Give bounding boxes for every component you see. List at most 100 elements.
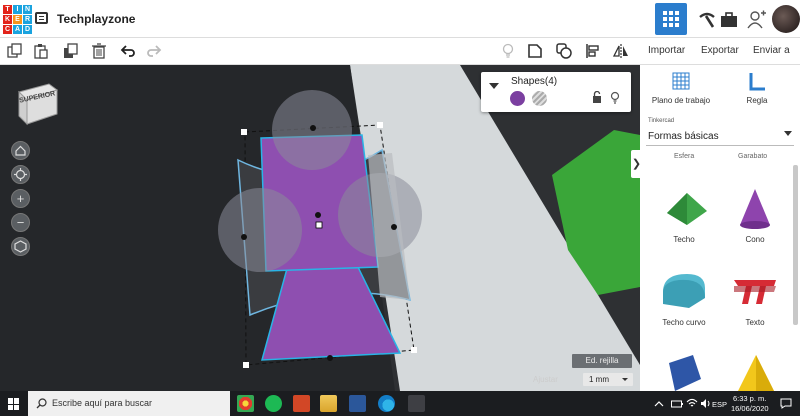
shape-roof[interactable]: Techo xyxy=(649,185,719,244)
ruler-tool[interactable]: Regla xyxy=(722,71,792,105)
chevron-down-icon xyxy=(784,131,792,136)
top-header: T I N K E R C A D Techplayzone xyxy=(0,0,800,38)
shape-label: Cono xyxy=(745,235,765,244)
zoom-out-label: − xyxy=(16,215,25,230)
cut-shape-label: Garabato xyxy=(738,153,768,160)
powerpoint-icon[interactable] xyxy=(293,395,310,412)
lock-icon[interactable] xyxy=(592,91,602,104)
library-category: Tinkercad xyxy=(648,118,675,124)
hole-swatch[interactable] xyxy=(532,91,547,106)
word-icon[interactable] xyxy=(349,395,366,412)
taskbar-search-box[interactable]: Escribe aquí para buscar xyxy=(28,391,230,416)
edit-toolbar: Importar Exportar Enviar a xyxy=(0,38,800,65)
undo-icon[interactable] xyxy=(120,43,136,59)
solid-color-swatch[interactable] xyxy=(510,91,525,106)
zoom-out-button[interactable]: − xyxy=(11,213,30,232)
clock-time[interactable]: 6:33 p. m. xyxy=(733,394,766,403)
workplane-label: Plano de trabajo xyxy=(651,96,711,105)
mirror-icon[interactable] xyxy=(613,43,629,59)
search-icon xyxy=(36,398,47,409)
language-indicator[interactable]: ESP xyxy=(712,400,727,409)
edge-icon[interactable] xyxy=(378,395,395,412)
shape-curved-roof[interactable]: Techo curvo xyxy=(649,268,719,327)
box-shape-icon xyxy=(669,355,701,391)
shapes-count-title: Shapes(4) xyxy=(511,76,558,87)
shapes-sidebar: Plano de trabajo Regla Tinkercad Formas … xyxy=(640,65,800,391)
export-button[interactable]: Exportar xyxy=(701,45,739,56)
pickaxe-icon[interactable] xyxy=(697,10,717,30)
align-icon[interactable] xyxy=(585,43,601,59)
battery-icon[interactable] xyxy=(671,399,683,409)
avatar[interactable] xyxy=(772,5,800,33)
light-bulb-icon[interactable] xyxy=(500,43,516,59)
library-value: Formas básicas xyxy=(648,131,719,142)
chevron-up-icon[interactable] xyxy=(654,399,664,409)
cut-shape-label: Esfera xyxy=(674,153,695,160)
logo-letter: C xyxy=(3,25,12,34)
pyramid-shape-icon xyxy=(738,355,774,391)
search-placeholder: Escribe aquí para buscar xyxy=(52,398,153,408)
redo-icon[interactable] xyxy=(146,43,162,59)
zoom-in-label: + xyxy=(16,191,25,206)
clock-date[interactable]: 16/06/2020 xyxy=(731,404,769,413)
chrome-icon[interactable] xyxy=(237,395,254,412)
workplane-tool[interactable]: Plano de trabajo xyxy=(646,71,716,105)
logo-letter: E xyxy=(13,15,22,24)
group-icon[interactable] xyxy=(556,43,572,59)
logo-letter: N xyxy=(23,5,32,14)
tinkercad-window: T I N K E R C A D Techplayzone Importar … xyxy=(0,0,800,416)
import-button[interactable]: Importar xyxy=(648,45,685,56)
shape-text[interactable]: Texto xyxy=(720,268,790,327)
workplane-viewport[interactable]: SUPERIOR + − Shapes(4) Ed. rejilla Ajust… xyxy=(0,65,640,391)
windows-start-icon[interactable] xyxy=(8,398,20,410)
snap-grid-select[interactable]: 1 mm xyxy=(583,373,633,386)
copy-icon[interactable] xyxy=(7,43,23,59)
collapse-arrow-icon[interactable] xyxy=(489,83,499,89)
zoom-in-button[interactable]: + xyxy=(11,189,30,208)
project-title[interactable]: Techplayzone xyxy=(57,12,135,26)
ruler-label: Regla xyxy=(746,96,768,105)
note-shape-icon[interactable] xyxy=(527,43,543,59)
project-list-icon[interactable] xyxy=(35,12,48,24)
spotify-icon[interactable] xyxy=(265,395,282,412)
perspective-button[interactable] xyxy=(11,237,30,256)
cone-shape-icon xyxy=(740,189,770,229)
edit-grid-button[interactable]: Ed. rejilla xyxy=(572,354,632,368)
logo-letter: R xyxy=(23,15,32,24)
shape-label: Texto xyxy=(745,318,765,327)
add-user-icon[interactable] xyxy=(747,10,767,30)
shape-cone[interactable]: Cono xyxy=(720,185,790,244)
logo-letter: T xyxy=(3,5,12,14)
curved-roof-shape-icon xyxy=(663,274,705,308)
ruler-icon xyxy=(749,73,765,91)
workplane-icon xyxy=(672,72,690,90)
volume-icon[interactable] xyxy=(700,398,711,409)
logo-letter: A xyxy=(13,25,22,34)
3d-view-button[interactable] xyxy=(655,3,687,35)
briefcase-icon[interactable] xyxy=(719,10,739,30)
notifications-icon[interactable] xyxy=(780,398,792,409)
file-explorer-icon[interactable] xyxy=(320,395,337,412)
sidebar-scrollbar[interactable] xyxy=(793,165,798,325)
text-shape-icon xyxy=(734,280,776,304)
shape-library-select[interactable]: Tinkercad Formas básicas xyxy=(646,118,794,146)
shape-box-partial[interactable] xyxy=(649,355,719,391)
windows-taskbar: Escribe aquí para buscar ESP 6:33 p. m. … xyxy=(0,391,800,416)
wifi-icon[interactable] xyxy=(686,398,698,409)
shape-inspector[interactable]: Shapes(4) xyxy=(481,72,631,112)
shape-pyramid-partial[interactable] xyxy=(720,355,790,391)
logo-letter: D xyxy=(23,25,32,34)
shape-label: Techo xyxy=(673,235,695,244)
duplicate-icon[interactable] xyxy=(63,43,79,59)
scene-canvas[interactable] xyxy=(0,65,640,391)
paste-icon[interactable] xyxy=(33,43,49,59)
home-view-button[interactable] xyxy=(11,141,30,160)
roof-shape-icon xyxy=(667,193,707,225)
send-to-button[interactable]: Enviar a xyxy=(753,45,790,56)
light-bulb-icon[interactable] xyxy=(610,91,620,104)
trash-icon[interactable] xyxy=(91,43,107,59)
app-icon[interactable] xyxy=(408,395,425,412)
fit-view-button[interactable] xyxy=(11,165,30,184)
tinkercad-logo[interactable]: T I N K E R C A D xyxy=(3,5,32,34)
snap-grid-label: Ajustar xyxy=(533,375,558,384)
